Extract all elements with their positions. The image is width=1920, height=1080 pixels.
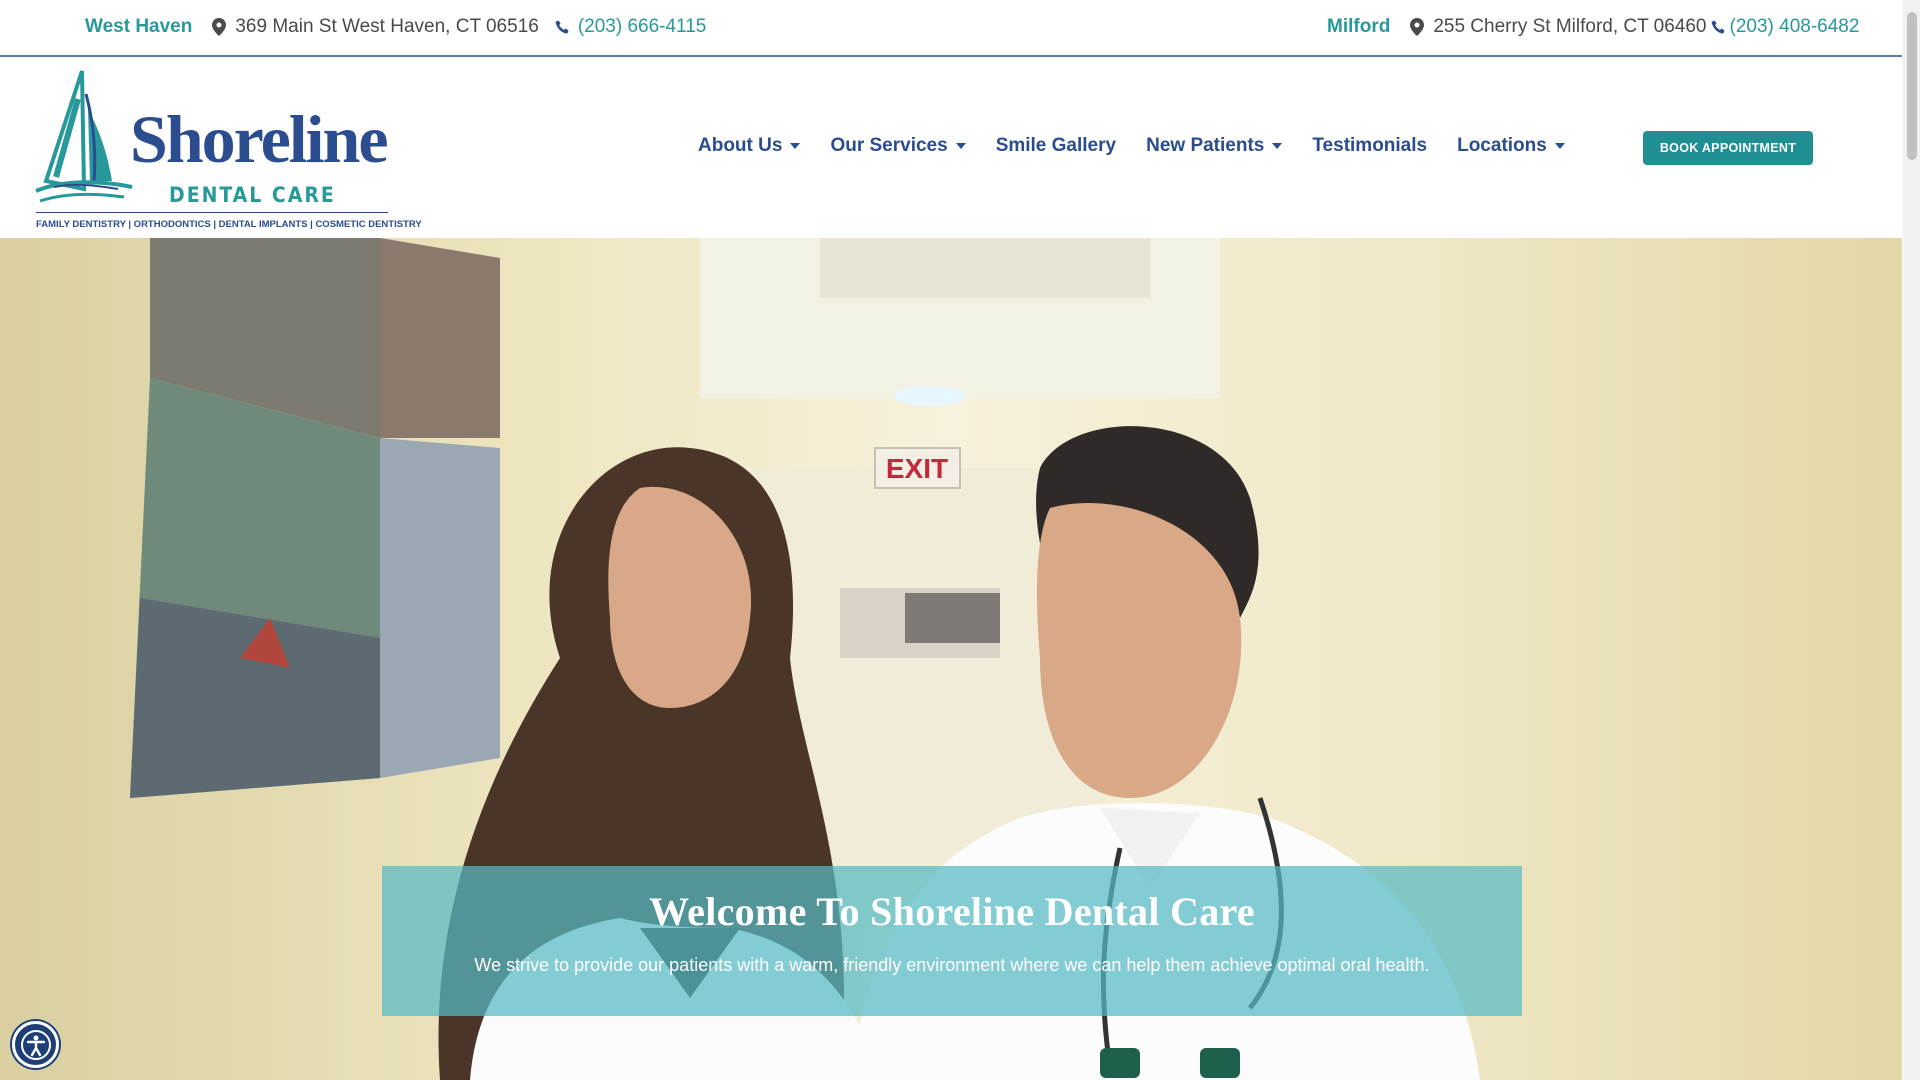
location-address[interactable]: 369 Main St West Haven, CT 06516 xyxy=(235,16,538,38)
nav-locations[interactable]: Locations xyxy=(1457,135,1565,157)
nav-label: Testimonials xyxy=(1312,135,1428,156)
welcome-banner: Welcome To Shoreline Dental Care We stri… xyxy=(382,866,1522,1016)
accessibility-button[interactable] xyxy=(12,1021,59,1068)
caret-down-icon xyxy=(1272,143,1283,149)
location-phone[interactable]: (203) 408-6482 xyxy=(1730,16,1860,38)
nav-about-us[interactable]: About Us xyxy=(698,135,801,157)
hero-title: Welcome To Shoreline Dental Care xyxy=(649,889,1255,934)
nav-label: Smile Gallery xyxy=(995,135,1117,156)
logo-divider xyxy=(36,212,388,213)
caret-down-icon xyxy=(1554,143,1565,149)
top-info-bar: West Haven 369 Main St West Haven, CT 06… xyxy=(0,0,1902,57)
sailboat-icon xyxy=(35,70,133,203)
accessibility-icon xyxy=(20,1029,51,1060)
map-pin-icon xyxy=(212,18,227,36)
nav-label: Our Services xyxy=(830,135,948,156)
hero-subtitle: We strive to provide our patients with a… xyxy=(474,955,1430,975)
phone-icon xyxy=(555,19,569,34)
location-address[interactable]: 255 Cherry St Milford, CT 06460 xyxy=(1433,16,1706,38)
logo-brand: Shoreline xyxy=(130,101,389,177)
logo-tagline: FAMILY DENTISTRY | ORTHODONTICS | DENTAL… xyxy=(36,219,422,230)
nav-new-patients[interactable]: New Patients xyxy=(1146,135,1283,157)
site-logo[interactable]: Shoreline DENTAL CARE FAMILY DENTISTRY |… xyxy=(34,69,422,234)
logo-subtitle: DENTAL CARE xyxy=(169,183,336,207)
hero-section: EXIT Welcome To Shoreline Dental Care We… xyxy=(0,238,1902,1080)
location-milford: Milford 255 Cherry St Milford, CT 06460 … xyxy=(1327,16,1859,38)
caret-down-icon xyxy=(955,143,966,149)
book-appointment-button[interactable]: BOOK APPOINTMENT xyxy=(1643,131,1813,165)
nav-smile-gallery[interactable]: Smile Gallery xyxy=(996,135,1116,157)
nav-label: New Patients xyxy=(1146,135,1265,156)
map-pin-icon xyxy=(1410,18,1425,36)
page-scrollbar[interactable] xyxy=(1903,0,1920,1080)
main-nav: About Us Our Services Smile Gallery New … xyxy=(698,135,1595,157)
caret-down-icon xyxy=(790,143,801,149)
site-header: Shoreline DENTAL CARE FAMILY DENTISTRY |… xyxy=(0,59,1902,238)
phone-icon xyxy=(1710,19,1725,34)
scrollbar-thumb[interactable] xyxy=(1907,12,1917,160)
nav-label: Locations xyxy=(1457,135,1547,156)
nav-testimonials[interactable]: Testimonials xyxy=(1312,135,1427,157)
location-city[interactable]: Milford xyxy=(1327,16,1390,38)
location-phone[interactable]: (203) 666-4115 xyxy=(578,16,707,38)
nav-our-services[interactable]: Our Services xyxy=(830,135,966,157)
exit-sign-text: EXIT xyxy=(886,453,948,484)
location-west-haven: West Haven 369 Main St West Haven, CT 06… xyxy=(85,16,706,38)
nav-label: About Us xyxy=(698,135,783,156)
location-city[interactable]: West Haven xyxy=(85,16,192,38)
